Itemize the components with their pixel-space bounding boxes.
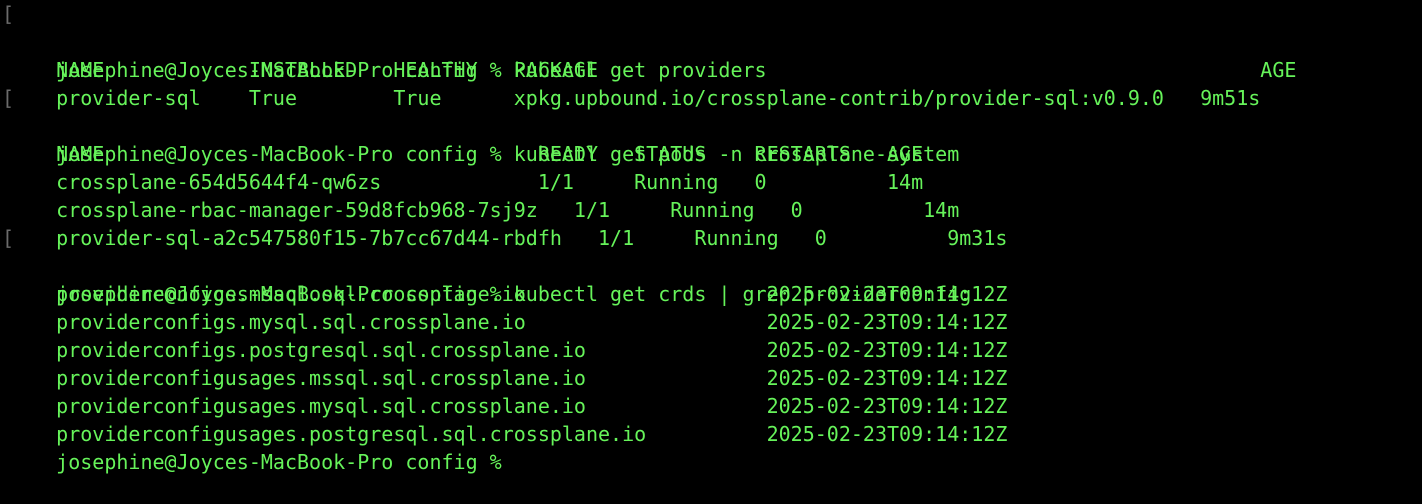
line-text: josephine@Joyces-MacBook-Pro config % <box>56 450 502 474</box>
output-line: provider-sql-a2c547580f15-7b7cc67d44-rbd… <box>8 196 1422 250</box>
output-line: providerconfigs.mysql.sql.crossplane.io … <box>8 280 1422 334</box>
command-line: [ josephine@Joyces-MacBook-Pro config % … <box>2 224 1422 306</box>
output-line: providerconfigs.postgresql.sql.crossplan… <box>8 308 1422 362</box>
output-line: providerconfigusages.mysql.sql.crossplan… <box>8 364 1422 418</box>
output-line: providerconfigs.mssql.sql.crossplane.io … <box>8 252 1422 306</box>
output-line: provider-sql True True xpkg.upbound.io/c… <box>8 56 1422 110</box>
output-line: NAME INSTALLED HEALTHY PACKAGE AGE <box>8 28 1422 82</box>
output-line: providerconfigusages.postgresql.sql.cros… <box>8 392 1422 446</box>
prompt-mark-bracket: [ <box>2 2 15 26</box>
output-line: NAME READY STATUS RESTARTS AGE <box>8 112 1422 166</box>
output-line: crossplane-rbac-manager-59d8fcb968-7sj9z… <box>8 168 1422 222</box>
output-line: crossplane-654d5644f4-qw6zs 1/1 Running … <box>8 140 1422 194</box>
output-line: providerconfigusages.mssql.sql.crossplan… <box>8 336 1422 390</box>
active-prompt-line[interactable]: josephine@Joyces-MacBook-Pro config % <box>8 420 1422 474</box>
command-line: [ josephine@Joyces-MacBook-Pro config % … <box>2 84 1422 166</box>
prompt-mark-bracket: [ <box>2 86 15 110</box>
command-line: [ josephine@Joyces-MacBook-Pro config % … <box>2 0 1422 82</box>
prompt-mark-bracket: [ <box>2 226 15 250</box>
terminal-window[interactable]: [ josephine@Joyces-MacBook-Pro config % … <box>0 0 1422 474</box>
